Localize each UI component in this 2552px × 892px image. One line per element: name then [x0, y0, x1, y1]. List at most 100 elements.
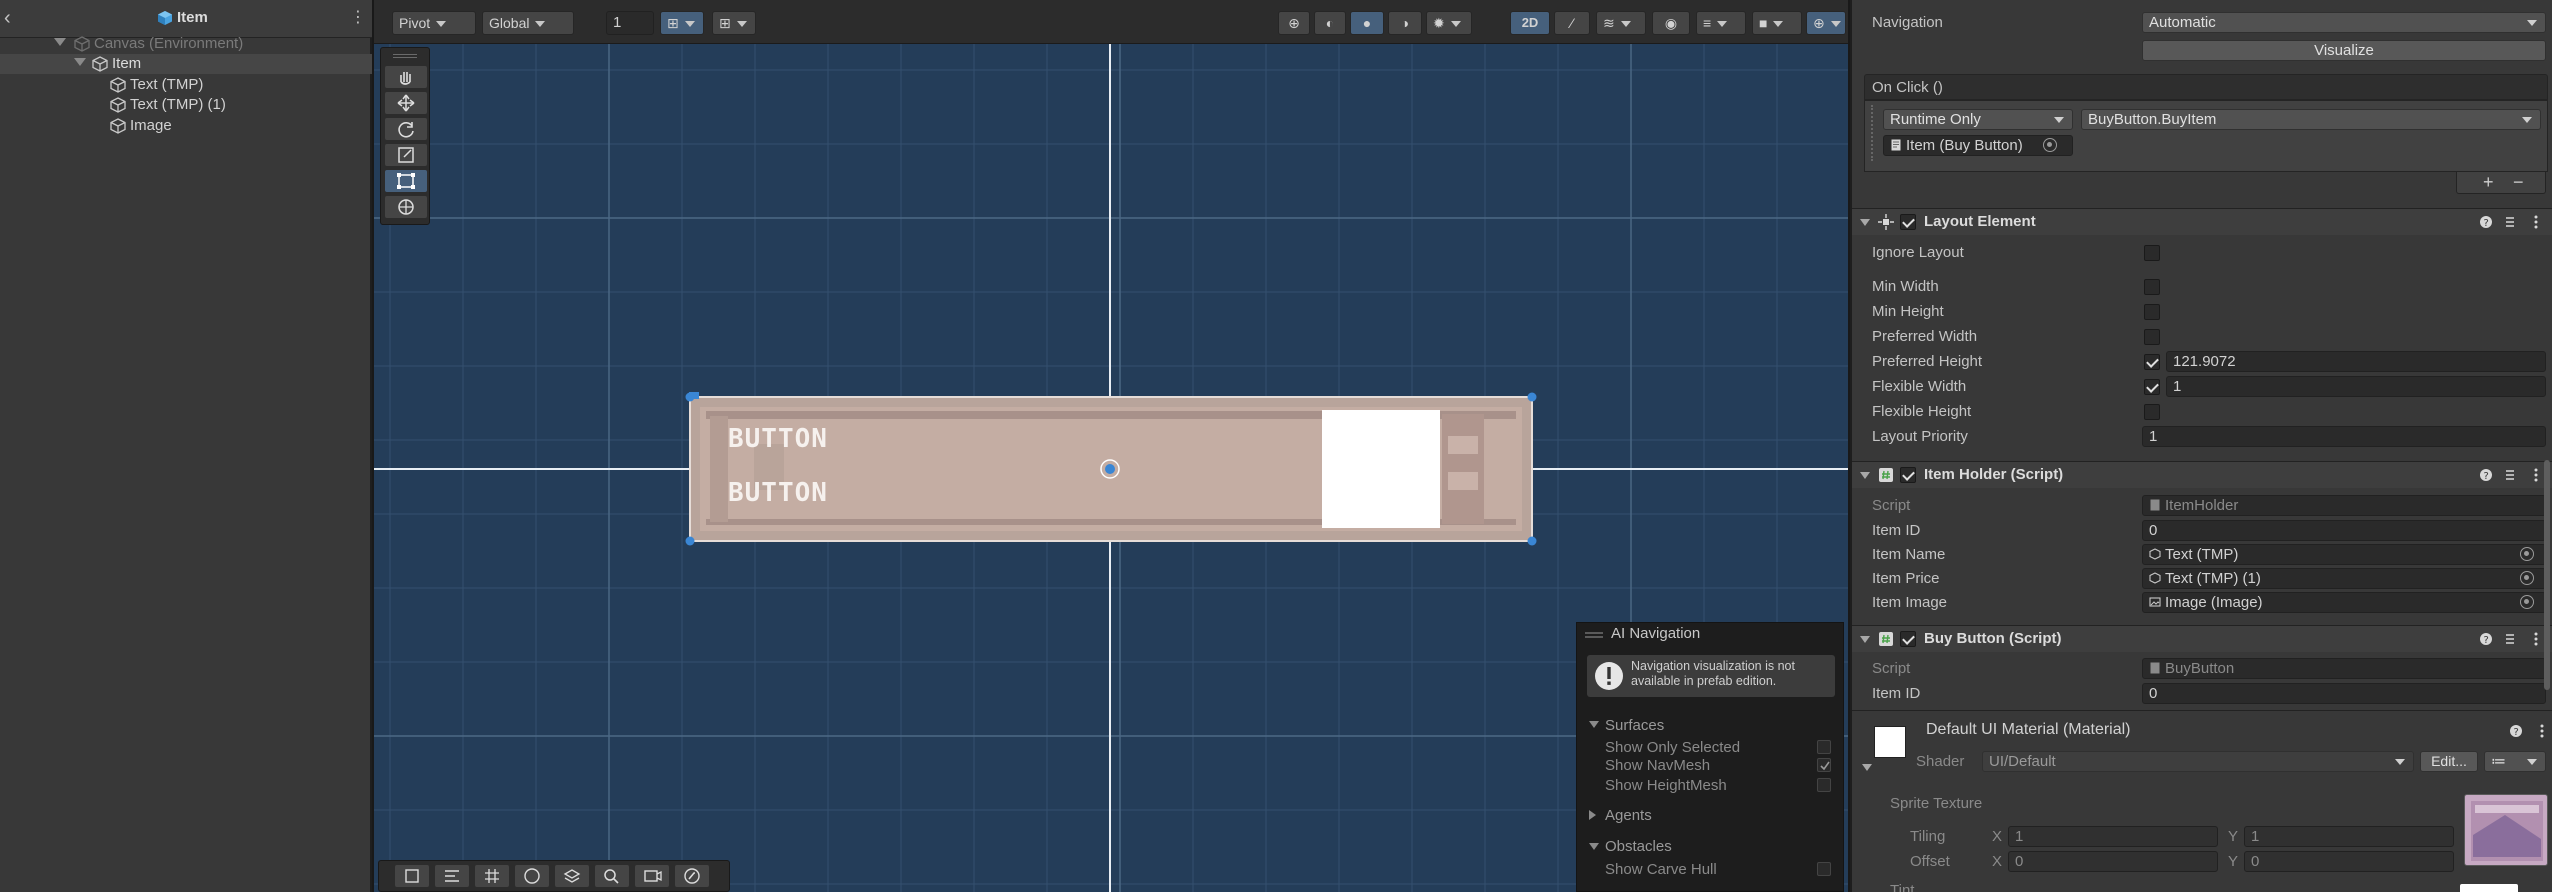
snap-increment-input[interactable]: 1	[606, 11, 654, 35]
camera-overlay-button[interactable]	[635, 865, 669, 887]
layers-dropdown[interactable]: ≡	[1696, 11, 1746, 35]
lighting-button[interactable]: ●	[1350, 11, 1384, 35]
flexible-width-checkbox[interactable]	[2144, 379, 2160, 395]
item-name-field[interactable]: Text (TMP)	[2142, 544, 2546, 565]
preferred-width-checkbox[interactable]	[2144, 329, 2160, 345]
back-arrow-icon[interactable]: ‹	[4, 6, 24, 30]
object-picker-icon[interactable]	[2520, 547, 2534, 561]
rect-handle-bottom-left[interactable]	[685, 536, 695, 546]
layout-element-enabled-checkbox[interactable]	[1900, 214, 1916, 230]
grid-snap-button[interactable]: ⊞	[660, 11, 704, 35]
item-name-text[interactable]: BUTTON	[728, 424, 888, 454]
ignore-layout-checkbox[interactable]	[2144, 245, 2160, 261]
kebab-menu-icon[interactable]: ⋮	[350, 8, 366, 28]
shaded-mode-button[interactable]: ◐	[1314, 11, 1346, 35]
component-header-icons[interactable]: ?	[2478, 213, 2542, 231]
inspector-scrollbar[interactable]	[2544, 460, 2550, 690]
pivot-dropdown[interactable]: Pivot	[392, 11, 476, 35]
visualize-button[interactable]: Visualize	[2142, 40, 2546, 61]
rect-overlay-button[interactable]	[395, 865, 429, 887]
item-image-placeholder[interactable]	[1322, 410, 1440, 528]
rect-tool-button[interactable]	[385, 170, 427, 192]
runtime-only-dropdown[interactable]: Runtime Only	[1883, 109, 2073, 130]
foldout-arrow-icon[interactable]	[1860, 472, 1870, 479]
transform-tool-button[interactable]	[385, 196, 427, 218]
tiling-y-input[interactable]: 1	[2244, 826, 2454, 847]
move-tool-button[interactable]	[385, 92, 427, 114]
show-carve-hull-checkbox[interactable]	[1817, 862, 1831, 876]
obstacles-foldout[interactable]: Obstacles	[1605, 838, 1672, 855]
navigation-overlay-button[interactable]	[675, 865, 709, 887]
buy-button-enabled-checkbox[interactable]	[1900, 631, 1916, 647]
overlay-grip-icon[interactable]	[1585, 632, 1603, 638]
grid-visibility-button[interactable]: ⊞	[712, 11, 756, 35]
drag-handle-icon[interactable]	[1871, 105, 1875, 161]
object-picker-icon[interactable]	[2520, 571, 2534, 585]
overlay-grip-icon[interactable]	[393, 54, 417, 58]
rect-handle-top-right[interactable]	[1527, 392, 1537, 402]
show-navmesh-checkbox[interactable]	[1817, 758, 1831, 772]
preferred-height-checkbox[interactable]	[2144, 354, 2160, 370]
add-event-button[interactable]: +	[2483, 172, 2494, 193]
foldout-arrow-icon[interactable]	[1860, 636, 1870, 643]
min-height-checkbox[interactable]	[2144, 304, 2160, 320]
item-price-field[interactable]: Text (TMP) (1)	[2142, 568, 2546, 589]
hierarchy-item-canvas[interactable]: Canvas (Environment)	[0, 34, 372, 54]
hand-tool-button[interactable]	[385, 66, 427, 88]
rect-handle-bottom-right[interactable]	[1527, 536, 1537, 546]
shading-overlay-button[interactable]	[515, 865, 549, 887]
min-width-checkbox[interactable]	[2144, 279, 2160, 295]
item-price-text[interactable]: BUTTON	[728, 478, 888, 508]
foldout-arrow-icon[interactable]	[1860, 219, 1870, 226]
foldout-arrow-icon[interactable]	[54, 38, 66, 46]
show-only-selected-checkbox[interactable]	[1817, 740, 1831, 754]
gizmos-dropdown[interactable]: ⊕	[1806, 11, 1846, 35]
toggle-2d-button[interactable]: 2D	[1510, 11, 1550, 35]
item-id-input[interactable]: 0	[2142, 520, 2546, 541]
fx-button[interactable]: ≋	[1596, 11, 1646, 35]
foldout-arrow-icon[interactable]	[1589, 810, 1596, 820]
offset-x-input[interactable]: 0	[2008, 851, 2218, 872]
layers-overlay-button[interactable]	[555, 865, 589, 887]
texture-thumbnail[interactable]	[2464, 794, 2548, 866]
audio-toggle-button[interactable]: ⁄	[1554, 11, 1590, 35]
navigation-dropdown[interactable]: Automatic	[2142, 12, 2546, 33]
hierarchy-item-item[interactable]: Item	[0, 54, 372, 74]
draw-mode-button[interactable]: ⊕	[1278, 11, 1310, 35]
function-dropdown[interactable]: BuyButton.BuyItem	[2081, 109, 2541, 130]
hierarchy-item-text-tmp-1[interactable]: Text (TMP) (1)	[0, 95, 372, 115]
layout-overlay-button[interactable]	[435, 865, 469, 887]
tiling-x-input[interactable]: 1	[2008, 826, 2218, 847]
remove-event-button[interactable]: −	[2513, 172, 2524, 193]
foldout-arrow-icon[interactable]	[1862, 764, 1872, 771]
flexible-height-checkbox[interactable]	[2144, 404, 2160, 420]
edit-shader-button[interactable]: Edit...	[2420, 751, 2478, 772]
camera-dropdown[interactable]: ■	[1752, 11, 1802, 35]
effects-button[interactable]: ✹	[1426, 11, 1472, 35]
material-header-icons[interactable]: ?	[2508, 722, 2548, 740]
grid-overlay-button[interactable]	[475, 865, 509, 887]
agents-foldout[interactable]: Agents	[1605, 807, 1652, 824]
item-id-input[interactable]: 0	[2142, 683, 2546, 704]
tint-color-swatch[interactable]	[2460, 884, 2518, 892]
scale-tool-button[interactable]	[385, 144, 427, 166]
unlit-button[interactable]: ◑	[1388, 11, 1422, 35]
rect-handle-top-left[interactable]	[685, 392, 695, 402]
component-header-icons[interactable]: ?	[2478, 466, 2542, 484]
flexible-width-input[interactable]: 1	[2166, 376, 2546, 397]
object-picker-icon[interactable]	[2520, 595, 2534, 609]
component-header-icons[interactable]: ?	[2478, 630, 2542, 648]
preferred-height-input[interactable]: 121.9072	[2166, 351, 2546, 372]
foldout-arrow-icon[interactable]	[1589, 721, 1599, 728]
surfaces-foldout[interactable]: Surfaces	[1605, 717, 1664, 734]
buy-button-header[interactable]: Buy Button (Script) ?	[1852, 625, 2552, 652]
hierarchy-item-image[interactable]: Image	[0, 116, 372, 136]
layout-priority-input[interactable]: 1	[2142, 426, 2546, 447]
item-holder-enabled-checkbox[interactable]	[1900, 467, 1916, 483]
layout-element-header[interactable]: Layout Element ?	[1852, 208, 2552, 235]
item-image-field[interactable]: Image (Image)	[2142, 592, 2546, 613]
hidden-objects-button[interactable]: ◉	[1652, 11, 1690, 35]
search-overlay-button[interactable]	[595, 865, 629, 887]
hierarchy-item-text-tmp[interactable]: Text (TMP)	[0, 75, 372, 95]
global-dropdown[interactable]: Global	[482, 11, 574, 35]
